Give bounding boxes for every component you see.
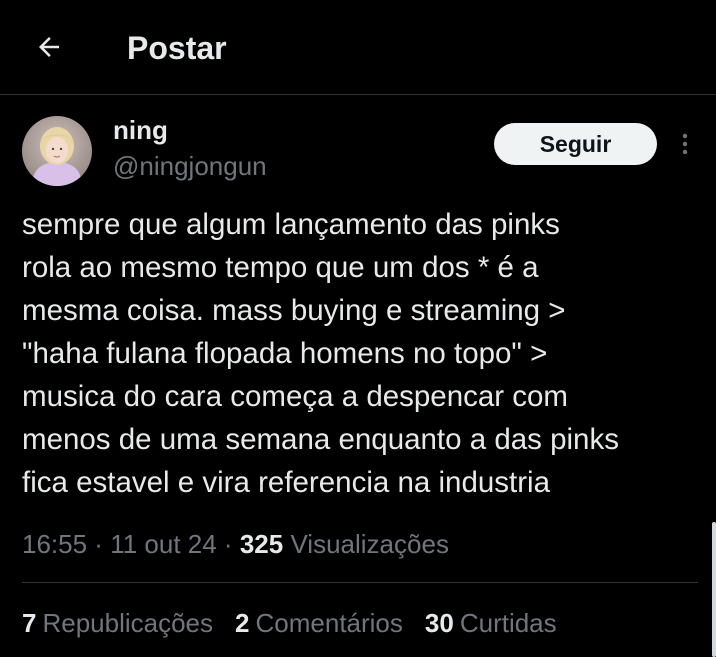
post-text: sempre que algum lançamento das pinks ro… <box>22 208 619 499</box>
more-vertical-icon <box>682 133 688 155</box>
author-display-name[interactable]: ning <box>113 114 168 146</box>
meta-separator: · <box>216 529 240 559</box>
comments-label: Comentários <box>255 608 403 638</box>
comments-stat[interactable]: 2 Comentários <box>235 604 403 642</box>
likes-label: Curtidas <box>459 608 557 638</box>
back-button[interactable] <box>22 22 76 72</box>
reposts-label: Republicações <box>42 608 214 638</box>
divider <box>22 582 698 583</box>
reposts-stat[interactable]: 7 Republicações <box>22 604 213 642</box>
comments-count: 2 <box>235 608 250 638</box>
post-time[interactable]: 16:55 <box>22 529 87 559</box>
scrollbar[interactable] <box>712 522 716 657</box>
post-meta: 16:55 · 11 out 24 · 325 Visualizações <box>22 525 449 563</box>
reposts-count: 7 <box>22 608 37 638</box>
views-count: 325 <box>239 529 284 559</box>
views-label: Visualizações <box>290 529 449 559</box>
engagement-stats: 7 Republicações 2 Comentários 30 Curtidas <box>22 604 579 642</box>
meta-separator: · <box>87 529 111 559</box>
follow-button[interactable]: Seguir <box>494 123 657 165</box>
avatar[interactable] <box>22 116 92 186</box>
top-bar: Postar <box>0 0 716 95</box>
likes-count: 30 <box>424 608 454 638</box>
page-title: Postar <box>127 30 227 66</box>
user-avatar-icon <box>22 116 92 186</box>
arrow-left-icon <box>39 37 59 57</box>
likes-stat[interactable]: 30 Curtidas <box>425 604 557 642</box>
more-options-button[interactable] <box>669 126 701 162</box>
author-handle[interactable]: @ningjongun <box>113 150 267 182</box>
post-date[interactable]: 11 out 24 <box>110 529 217 559</box>
